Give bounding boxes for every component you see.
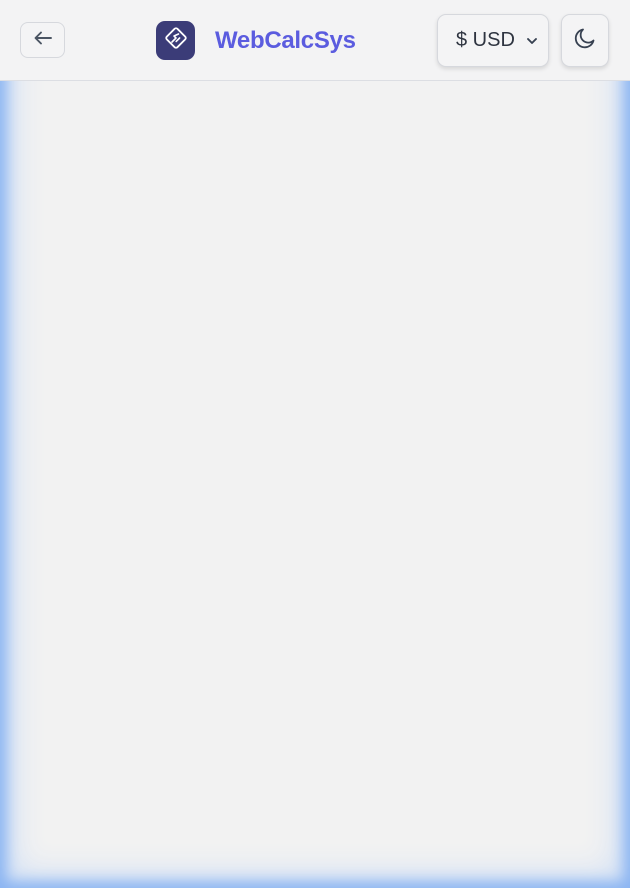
course-3-grade-value: B+ (3.3) (59, 621, 131, 644)
course-4-grade-label: Course 4 Grade (37, 789, 144, 806)
course-3-credits-value: 4 (53, 723, 65, 746)
course-1-credits-value: 3 (53, 313, 65, 336)
currency-label: $ USD (456, 29, 515, 51)
course-2-credits-label: Course 2 Credits (37, 481, 150, 498)
course-2-grade-label: Course 2 Grade (37, 379, 144, 396)
formula-card: FORMULA GPA = sum(grade * credits) / sum… (37, 81, 594, 145)
formula-title: FORMULA (53, 91, 120, 105)
chevron-down-icon (575, 833, 589, 852)
calculator-logo-icon (163, 25, 189, 56)
brand-logo[interactable] (156, 21, 195, 60)
course-2-credits-input[interactable]: 3 (37, 503, 594, 557)
course-2-grade-value: A- (3.7) (59, 416, 126, 439)
course-2-grade-select[interactable]: A- (3.7) (37, 401, 594, 455)
chevron-down-icon (575, 218, 589, 237)
course-3-grade-label: Course 3 Grade (37, 584, 144, 601)
course-2-credits-value: 3 (53, 518, 65, 541)
brand-name[interactable]: WebCalcSys (215, 26, 356, 56)
course-1-grade-select[interactable]: A (4.0) (37, 196, 594, 250)
course-1-credits-label: Course 1 Credits (37, 276, 150, 293)
formula-expression: GPA = sum(grade * credits) / sum(credits… (53, 115, 399, 131)
moon-icon (572, 25, 598, 56)
page: WebCalcSys $ USD FORMULA GPA = sum(grade… (0, 0, 630, 888)
chevron-down-icon (525, 34, 539, 53)
chevron-down-icon (575, 628, 589, 647)
course-3-grade-select[interactable]: B+ (3.3) (37, 606, 594, 660)
course-1-grade-value: A (4.0) (59, 211, 118, 234)
top-bar: WebCalcSys $ USD (0, 0, 630, 81)
chevron-down-icon (575, 423, 589, 442)
theme-toggle-button[interactable] (561, 14, 609, 67)
course-3-credits-input[interactable]: 4 (37, 708, 594, 762)
course-1-credits-input[interactable]: 3 (37, 298, 594, 352)
arrow-left-icon (33, 30, 53, 51)
back-button[interactable] (20, 22, 65, 58)
course-4-grade-value: A (4.0) (59, 826, 118, 849)
calculator-form: FORMULA GPA = sum(grade * credits) / sum… (16, 81, 616, 888)
course-4-grade-select[interactable]: A (4.0) (37, 811, 594, 865)
course-1-grade-label: Course 1 Grade (37, 174, 144, 191)
currency-selector[interactable]: $ USD (437, 14, 549, 67)
course-3-credits-label: Course 3 Credits (37, 686, 150, 703)
